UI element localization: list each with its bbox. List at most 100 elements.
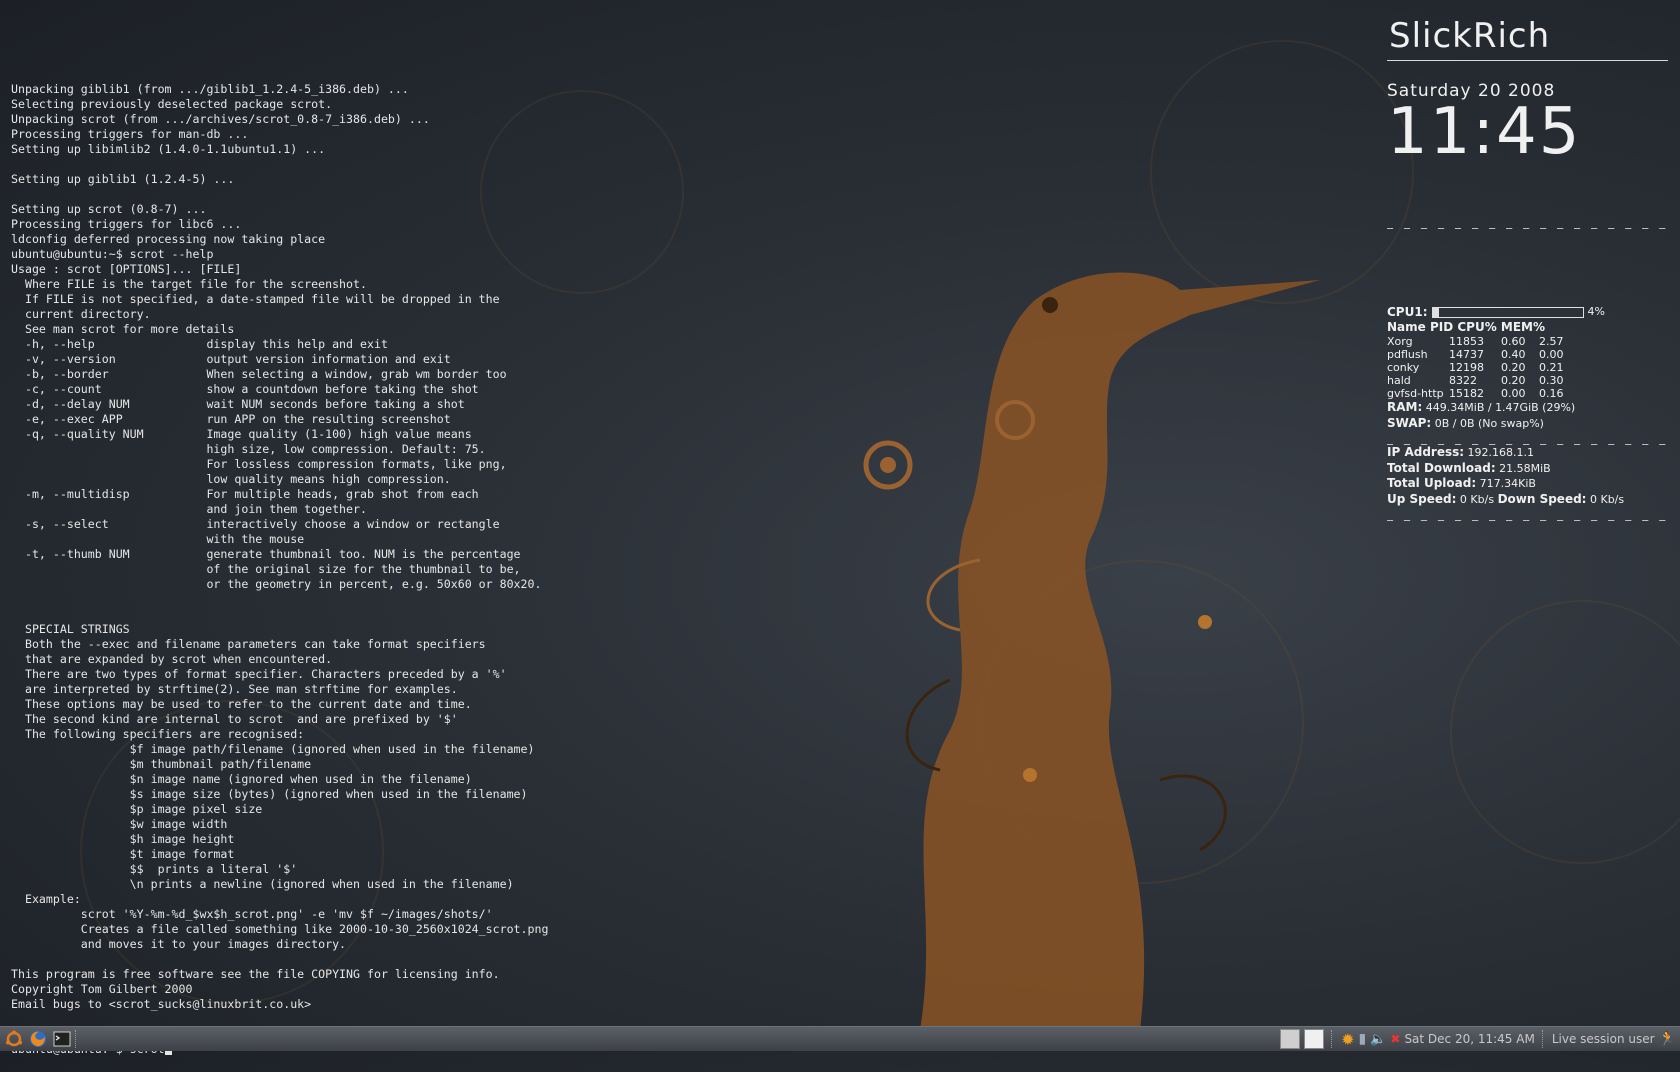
ram-usage: RAM: 449.34MiB / 1.47GiB (29%) — [1387, 400, 1670, 416]
terminal-line: -q, --quality NUM Image quality (1-100) … — [11, 427, 472, 441]
terminal-line: -e, --exec APP run APP on the resulting … — [11, 412, 451, 426]
terminal-line: $p image pixel size — [11, 802, 263, 816]
total-upload: Total Upload: 717.34KiB — [1387, 476, 1670, 492]
terminal-lines: Unpacking giblib1 (from .../giblib1_1.2.… — [11, 82, 691, 1012]
terminal-line: If FILE is not specified, a date-stamped… — [11, 292, 500, 306]
terminal-line: current directory. — [11, 307, 151, 321]
cpu-label: CPU1: — [1387, 305, 1428, 319]
taskbar-separator — [1541, 1030, 1545, 1048]
update-notifier-icon[interactable]: ✹ — [1341, 1030, 1354, 1049]
terminal-line: are interpreted by strftime(2). See man … — [11, 682, 458, 696]
ram-label: RAM: — [1387, 400, 1423, 414]
upload-value: 717.34KiB — [1479, 477, 1536, 490]
downspeed-label: Down Speed: — [1497, 491, 1587, 506]
terminal-line: Creates a file called something like 200… — [11, 922, 549, 936]
terminal-line: and moves it to your images directory. — [11, 937, 347, 951]
process-pid: 8322 — [1449, 374, 1477, 387]
workspace-1-icon[interactable] — [1280, 1029, 1301, 1049]
process-mem: 0.00 — [1539, 348, 1564, 361]
taskbar: ✹ ▮ 🔈 ✖ Sat Dec 20, 11:45 AM Live sessio… — [0, 1026, 1680, 1051]
swap-label: SWAP: — [1387, 415, 1432, 430]
terminal-line: The following specifiers are recognised: — [11, 727, 305, 741]
close-icon[interactable]: ✖ — [1390, 1032, 1400, 1046]
system-tray: ✹ ▮ 🔈 ✖ Sat Dec 20, 11:45 AM Live sessio… — [1280, 1027, 1680, 1051]
terminal-line: $w image width — [11, 817, 228, 831]
terminal-line: or the geometry in percent, e.g. 50x60 o… — [11, 577, 542, 591]
terminal-line: $h image height — [11, 832, 235, 846]
terminal-line: Usage : scrot [OPTIONS]... [FILE] — [11, 262, 242, 276]
volume-icon[interactable]: 🔈 — [1370, 1032, 1386, 1047]
terminal-line: Setting up giblib1 (1.2.4-5) ... — [11, 172, 235, 186]
process-name: hald — [1387, 374, 1411, 387]
terminal-line: high size, low compression. Default: 75. — [11, 442, 486, 456]
terminal-line: Processing triggers for man-db ... — [11, 127, 249, 141]
session-user[interactable]: Live session user — [1552, 1032, 1655, 1046]
terminal-line: -s, --select interactively choose a wind… — [11, 517, 500, 531]
conky-separator: _ _ _ _ _ _ _ _ _ _ _ _ _ _ _ _ _ _ _ _ … — [1387, 507, 1670, 521]
process-row: gvfsd-http 15182 0.00 0.16 — [1387, 387, 1670, 400]
terminal-line: -t, --thumb NUM generate thumbnail too. … — [11, 547, 521, 561]
terminal-line: Selecting previously deselected package … — [11, 97, 333, 111]
firefox-icon[interactable] — [28, 1029, 48, 1049]
terminal-line: Where FILE is the target file for the sc… — [11, 277, 367, 291]
conky-monitor: SlickRich Saturday 20 2008 11:45 _ _ _ _… — [1387, 16, 1670, 521]
process-cpu: 0.60 — [1501, 335, 1526, 348]
network-icon[interactable]: ▮ — [1358, 1031, 1366, 1047]
ram-value: 449.34MiB / 1.47GiB (29%) — [1425, 401, 1576, 414]
terminal-line: ldconfig deferred processing now taking … — [11, 232, 326, 246]
terminal-line: -m, --multidisp For multiple heads, grab… — [11, 487, 479, 501]
terminal-line: $$ prints a literal '$' — [11, 862, 298, 876]
conky-clock: 11:45 — [1387, 95, 1582, 169]
terminal-icon[interactable] — [52, 1029, 72, 1049]
terminal-line: -h, --help display this help and exit — [11, 337, 388, 351]
terminal-line: -v, --version output version information… — [11, 352, 451, 366]
terminal-line: $s image size (bytes) (ignored when used… — [11, 787, 528, 801]
process-row: hald 8322 0.20 0.30 — [1387, 374, 1670, 387]
process-pid: 14737 — [1449, 348, 1484, 361]
terminal-output[interactable]: Unpacking giblib1 (from .../giblib1_1.2.… — [11, 52, 691, 1072]
taskbar-clock[interactable]: Sat Dec 20, 11:45 AM — [1404, 1032, 1534, 1046]
cpu-percent: 4% — [1587, 305, 1605, 318]
process-header: Name PID CPU% MEM% — [1387, 319, 1546, 334]
conky-brand: SlickRich — [1389, 16, 1551, 56]
terminal-line: of the original size for the thumbnail t… — [11, 562, 521, 576]
ip-address: IP Address: 192.168.1.1 — [1387, 445, 1670, 461]
conky-separator: _ _ _ _ _ _ _ _ _ _ _ _ _ _ _ _ _ _ _ _ … — [1387, 215, 1670, 229]
terminal-line: and join them together. — [11, 502, 367, 516]
terminal-line: scrot '%Y-%m-%d_$wx$h_scrot.png' -e 'mv … — [11, 907, 493, 921]
terminal-line: low quality means high compression. — [11, 472, 451, 486]
ubuntu-menu-icon[interactable] — [4, 1029, 24, 1049]
terminal-line: -c, --count show a countdown before taki… — [11, 382, 479, 396]
terminal-line: Both the --exec and filename parameters … — [11, 637, 486, 651]
terminal-line: Processing triggers for libc6 ... — [11, 217, 242, 231]
process-pid: 12198 — [1449, 361, 1484, 374]
process-name: Xorg — [1387, 335, 1413, 348]
workspace-2-icon[interactable] — [1304, 1029, 1325, 1049]
ip-label: IP Address: — [1387, 445, 1465, 459]
terminal-line: These options may be used to refer to th… — [11, 697, 472, 711]
cpu-bar-fill — [1432, 307, 1439, 317]
terminal-line: Copyright Tom Gilbert 2000 — [11, 982, 193, 996]
process-pid: 15182 — [1449, 387, 1484, 400]
swap-usage: SWAP: 0B / 0B (No swap%) — [1387, 416, 1670, 432]
process-row: conky 12198 0.20 0.21 — [1387, 361, 1670, 374]
terminal-line: There are two types of format specifier.… — [11, 667, 507, 681]
process-name: conky — [1387, 361, 1420, 374]
process-mem: 0.21 — [1539, 361, 1564, 374]
download-value: 21.58MiB — [1499, 461, 1551, 475]
terminal-line: $f image path/filename (ignored when use… — [11, 742, 535, 756]
terminal-line: Setting up scrot (0.8-7) ... — [11, 202, 207, 216]
conky-rule — [1387, 60, 1668, 61]
swap-value: 0B / 0B (No swap%) — [1434, 416, 1544, 430]
terminal-line: See man scrot for more details — [11, 322, 235, 336]
net-speed: Up Speed: 0 Kb/s Down Speed: 0 Kb/s — [1387, 492, 1670, 508]
terminal-line: -b, --border When selecting a window, gr… — [11, 367, 507, 381]
process-mem: 0.30 — [1539, 374, 1564, 387]
session-runner-icon[interactable]: 🏃 — [1659, 1031, 1676, 1047]
process-mem: 0.16 — [1539, 387, 1564, 400]
